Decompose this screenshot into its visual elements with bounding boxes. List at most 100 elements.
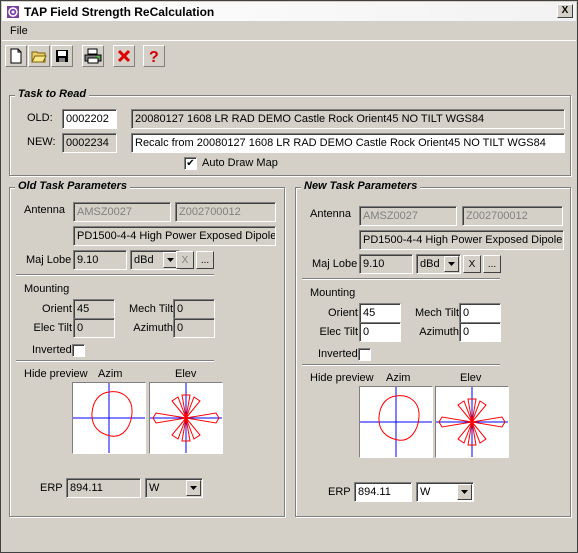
chevron-down-icon [457,484,472,500]
old-orient-label: Orient [42,303,72,315]
save-icon [56,50,68,62]
old-label: OLD: [27,112,53,124]
new-file-icon [10,48,22,64]
old-erp-label: ERP [40,482,63,494]
new-orient-field[interactable]: 45 [359,303,401,323]
new-separator-2 [302,364,500,366]
old-hide-preview-label[interactable]: Hide preview [24,368,88,380]
save-button[interactable] [51,45,73,67]
chevron-down-icon [186,480,201,496]
new-clear-button[interactable]: X [463,255,481,273]
old-antenna-id-field[interactable]: Z002700012 [175,202,276,222]
new-unit-value: dBd [420,258,440,270]
old-unit-select[interactable]: dBd [130,250,180,270]
new-antenna-code-field[interactable]: AMSZ0027 [359,206,457,226]
delete-icon [117,49,131,63]
old-mech-tilt-label: Mech Tilt [128,303,173,315]
old-orient-field[interactable]: 45 [73,299,115,319]
new-antenna-label: Antenna [310,208,351,220]
new-antenna-id-field[interactable]: Z002700012 [462,206,563,226]
old-params-group: Old Task Parameters Antenna AMSZ0027 Z00… [9,180,285,517]
new-elec-tilt-field[interactable]: 0 [359,322,401,342]
old-antenna-code-field[interactable]: AMSZ0027 [73,202,171,222]
new-elevation-plot [435,386,509,458]
old-params-legend: Old Task Parameters [15,180,131,192]
new-elec-tilt-label: Elec Tilt [319,326,358,338]
old-azimuth-plot [72,382,146,454]
new-separator-1 [302,278,500,280]
open-folder-icon [31,51,47,63]
help-icon: ? [149,49,159,64]
task-legend: Task to Read [15,88,90,100]
menu-bar: File [2,23,576,41]
old-antenna-desc-field[interactable]: PD1500-4-4 High Power Exposed Dipole 1 [73,226,276,246]
old-clear-button[interactable]: X [176,251,194,269]
new-mech-tilt-label: Mech Tilt [414,307,459,319]
old-azimuth-field[interactable]: 0 [173,318,215,338]
old-azimuth-label: Azimuth [133,322,173,334]
new-erp-unit-select[interactable]: W [416,482,474,502]
old-inverted-checkbox[interactable] [72,344,85,357]
old-erp-unit-select[interactable]: W [145,478,203,498]
new-params-legend: New Task Parameters [301,180,421,192]
old-task-desc-field[interactable]: 20080127 1608 LR RAD DEMO Castle Rock Or… [131,109,565,129]
old-elec-tilt-field[interactable]: 0 [73,318,115,338]
old-maj-lobe-field[interactable]: 9.10 [73,250,127,270]
delete-button[interactable] [113,45,135,67]
new-maj-lobe-field[interactable]: 9.10 [359,254,413,274]
new-erp-unit-value: W [420,486,431,498]
old-azim-label: Azim [98,368,123,380]
new-task-id-field[interactable]: 0002234 [62,133,117,153]
new-azim-label: Azim [386,372,411,384]
old-maj-lobe-label: Maj Lobe [26,254,72,266]
old-separator-2 [16,360,214,362]
new-maj-lobe-label: Maj Lobe [312,258,358,270]
print-button[interactable] [82,45,104,67]
old-task-id-field[interactable]: 0002202 [62,109,117,129]
window-title: TAP Field Strength ReCalculation [24,5,215,19]
toolbar: ? [2,42,576,72]
new-params-group: New Task Parameters Antenna AMSZ0027 Z00… [295,180,571,517]
new-inverted-label: Inverted [318,348,358,360]
old-erp-field[interactable]: 894.11 [66,478,141,498]
new-inverted-checkbox[interactable] [358,348,371,361]
new-erp-label: ERP [328,486,351,498]
old-more-button[interactable]: ... [196,251,214,269]
checkmark-icon: ✔ [186,158,195,169]
auto-draw-checkbox[interactable]: ✔ [184,157,197,170]
old-elev-label: Elev [175,368,197,380]
new-azimuth-plot [359,386,433,458]
new-elev-label: Elev [460,372,482,384]
main-window: TAP Field Strength ReCalculation X File … [0,0,578,553]
close-button[interactable]: X [557,4,573,18]
new-erp-field[interactable]: 894.11 [354,482,412,502]
new-hide-preview-label[interactable]: Hide preview [310,372,374,384]
old-inverted-label: Inverted [32,344,72,356]
new-button[interactable] [5,45,27,67]
new-antenna-desc-field[interactable]: PD1500-4-4 High Power Exposed Dipole 1 [359,230,564,250]
new-azimuth-field[interactable]: 0 [459,322,501,342]
new-task-desc-field[interactable]: Recalc from 20080127 1608 LR RAD DEMO Ca… [131,133,565,153]
new-orient-label: Orient [328,307,358,319]
old-elec-tilt-label: Elec Tilt [33,322,72,334]
old-elevation-plot [149,382,223,454]
title-bar[interactable]: TAP Field Strength ReCalculation X [2,2,576,22]
printer-icon [84,48,102,64]
new-unit-select[interactable]: dBd [416,254,461,274]
old-mech-tilt-field[interactable]: 0 [173,299,215,319]
new-label: NEW: [27,136,56,148]
chevron-down-icon [444,256,459,272]
open-button[interactable] [28,45,50,67]
new-more-button[interactable]: ... [483,255,501,273]
new-mech-tilt-field[interactable]: 0 [459,303,501,323]
new-mounting-label: Mounting [310,287,356,299]
auto-draw-label: Auto Draw Map [202,157,278,169]
old-unit-value: dBd [134,254,154,266]
help-button[interactable]: ? [143,45,165,67]
task-to-read-group: Task to Read OLD: 0002202 20080127 1608 … [9,88,571,176]
old-antenna-label: Antenna [24,204,65,216]
old-mounting-label: Mounting [24,283,70,295]
menu-file[interactable]: File [10,25,28,37]
new-azimuth-label: Azimuth [419,326,459,338]
old-separator-1 [16,274,214,276]
